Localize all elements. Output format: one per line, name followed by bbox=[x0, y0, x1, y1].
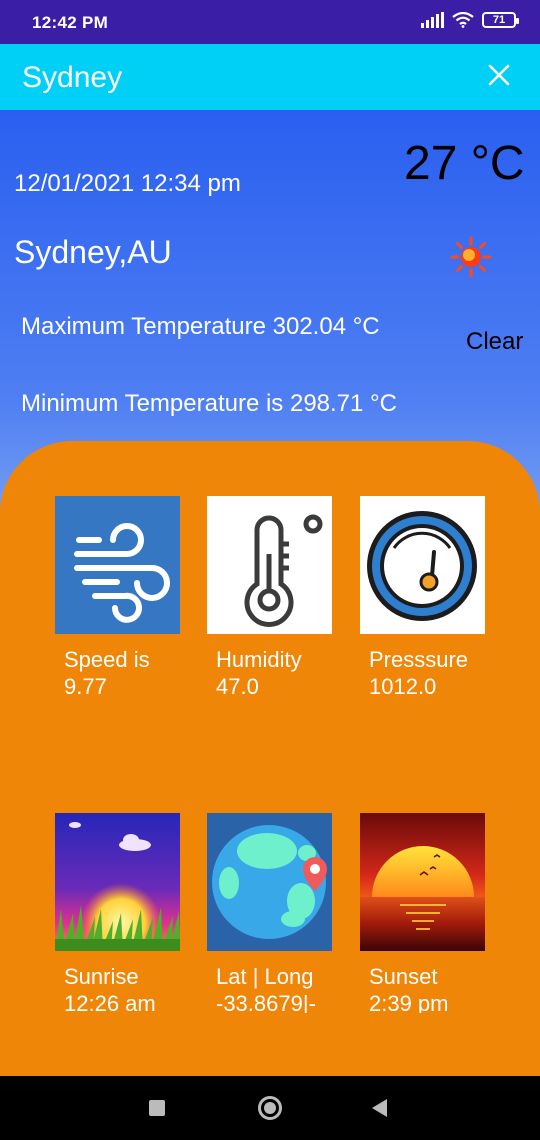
wifi-icon bbox=[452, 12, 474, 28]
status-time: 12:42 PM bbox=[32, 13, 109, 32]
sunset-tile-label: Sunset 2:39 pm bbox=[369, 963, 494, 1013]
sunrise-icon bbox=[55, 813, 180, 951]
wind-value: 9.77 bbox=[64, 674, 107, 696]
sunset-label: Sunset bbox=[369, 964, 438, 989]
sunset-tile[interactable] bbox=[360, 813, 485, 951]
lat-long-tile-label: Lat | Long -33.8679|- bbox=[216, 963, 341, 1013]
status-bar: 12:42 PM 71 bbox=[0, 0, 540, 44]
recent-apps-button[interactable] bbox=[149, 1100, 165, 1116]
lat-long-tile[interactable] bbox=[207, 813, 332, 951]
location-label: Sydney,AU bbox=[14, 234, 172, 270]
battery-icon: 71 bbox=[482, 12, 519, 28]
lat-long-value: -33.8679|- bbox=[216, 991, 316, 1013]
battery-level: 71 bbox=[492, 14, 506, 26]
max-temperature: Maximum Temperature 302.04 °C bbox=[21, 313, 380, 340]
sunrise-label: Sunrise bbox=[64, 964, 139, 989]
sunset-icon bbox=[360, 813, 485, 951]
navigation-bar bbox=[0, 1076, 540, 1140]
app-bar-title: Sydney bbox=[22, 61, 123, 94]
wind-tile-label: Speed is 9.77 bbox=[64, 646, 189, 696]
humidity-label: Humidity bbox=[216, 647, 302, 672]
weather-condition: Clear bbox=[466, 328, 524, 355]
wind-tile[interactable] bbox=[55, 496, 180, 634]
pressure-label: Presssure bbox=[369, 647, 469, 672]
thermometer-icon bbox=[207, 496, 332, 634]
app-bar: Sydney bbox=[0, 44, 540, 110]
wind-icon bbox=[55, 496, 180, 634]
sunrise-value: 12:26 am bbox=[64, 991, 156, 1013]
back-button[interactable] bbox=[372, 1099, 387, 1117]
current-temperature: 27 °C bbox=[404, 137, 525, 190]
date-time: 12/01/2021 12:34 pm bbox=[14, 170, 241, 197]
sunrise-tile[interactable] bbox=[55, 813, 180, 951]
globe-location-icon bbox=[207, 813, 332, 951]
humidity-value: 47.0 bbox=[216, 674, 259, 696]
pressure-gauge-icon bbox=[360, 496, 485, 634]
sunrise-tile-label: Sunrise 12:26 am bbox=[64, 963, 189, 1013]
pressure-tile[interactable] bbox=[360, 496, 485, 634]
home-button[interactable] bbox=[258, 1096, 282, 1120]
sunset-value: 2:39 pm bbox=[369, 991, 449, 1013]
pressure-tile-label: Presssure 1012.0 bbox=[369, 646, 494, 696]
humidity-tile-label: Humidity 47.0 bbox=[216, 646, 341, 696]
wind-label: Speed is bbox=[64, 647, 150, 672]
sun-icon bbox=[450, 236, 492, 278]
lat-long-label: Lat | Long bbox=[216, 964, 314, 989]
signal-icon bbox=[421, 12, 444, 28]
min-temperature: Minimum Temperature is 298.71 °C bbox=[21, 390, 397, 417]
close-icon[interactable] bbox=[482, 58, 516, 92]
pressure-value: 1012.0 bbox=[369, 674, 437, 696]
status-icons: 71 bbox=[421, 12, 519, 28]
humidity-tile[interactable] bbox=[207, 496, 332, 634]
